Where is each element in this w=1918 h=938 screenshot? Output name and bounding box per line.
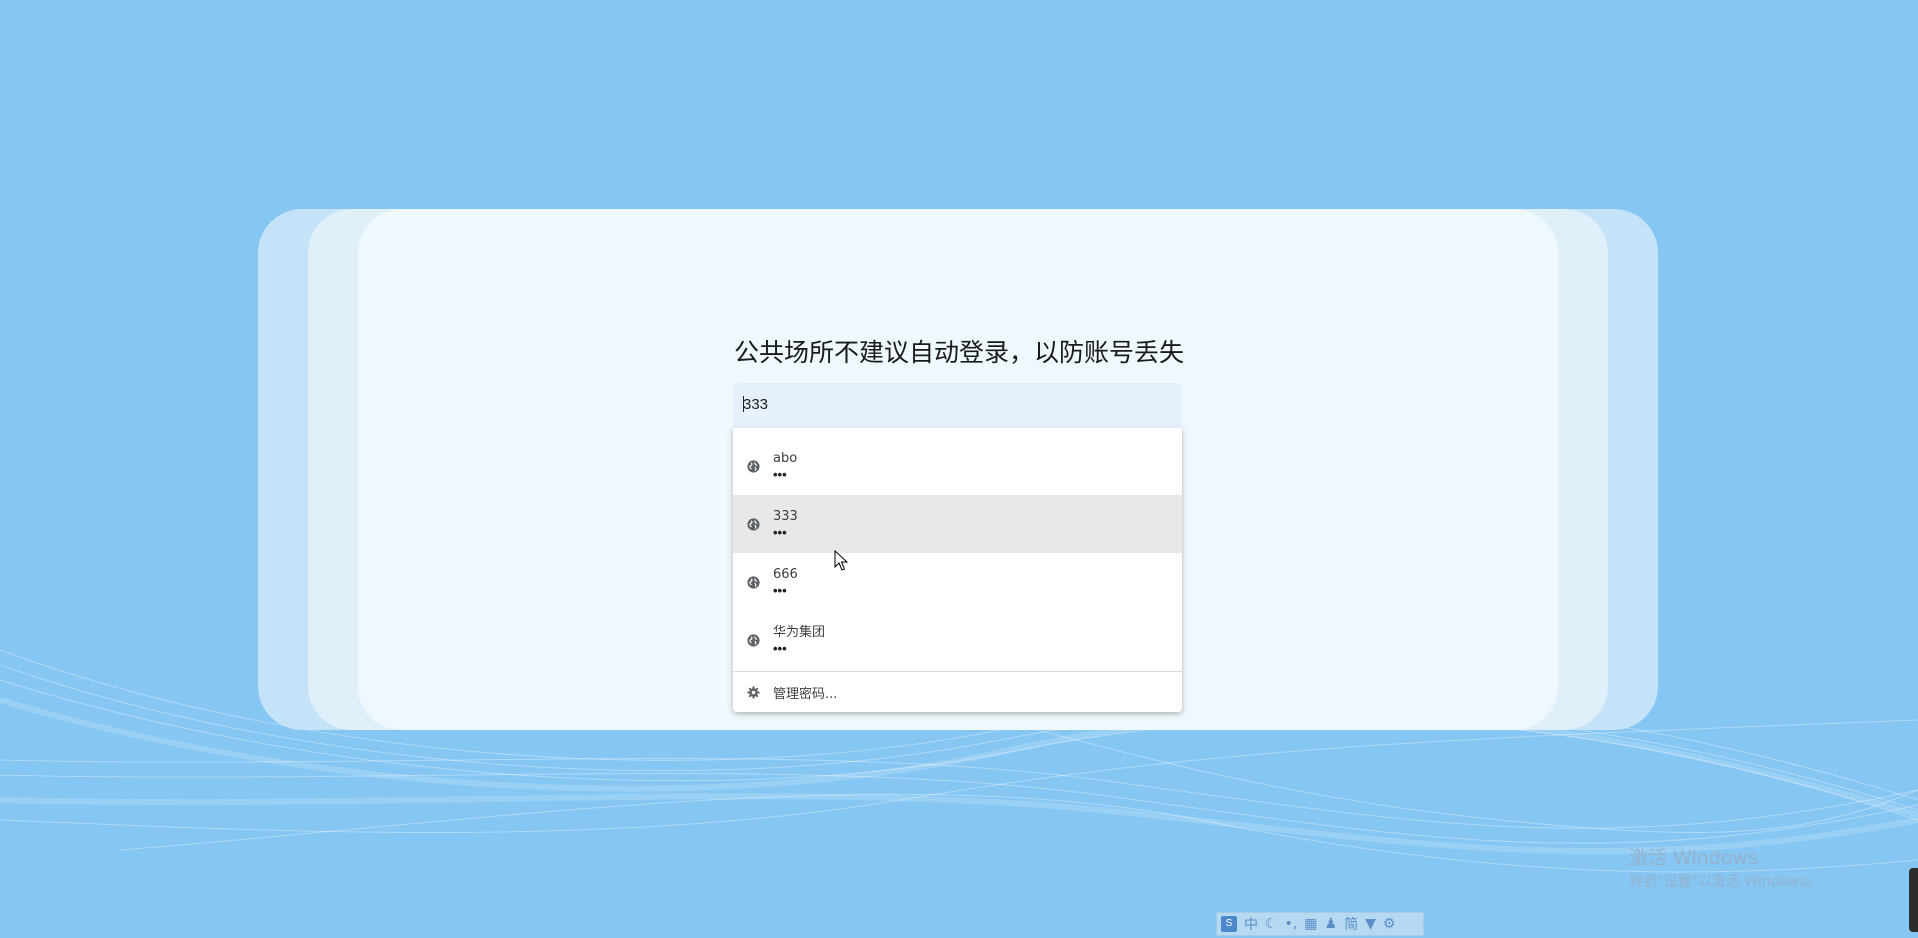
- keyboard-icon[interactable]: ▦: [1304, 916, 1317, 932]
- manage-passwords-label: 管理密码...: [773, 686, 838, 702]
- ime-mode-toggle[interactable]: 中: [1244, 914, 1258, 934]
- skin-icon[interactable]: ▼: [1365, 916, 1376, 932]
- moon-icon[interactable]: ☾: [1265, 916, 1278, 932]
- ime-toolbar[interactable]: S 中 ☾ •, ▦ ♟ 简 ▼ ⚙: [1216, 912, 1424, 936]
- globe-icon: [747, 517, 760, 531]
- edge-scroll-handle[interactable]: [1909, 868, 1918, 932]
- gear-icon: [747, 685, 760, 699]
- manage-passwords-button[interactable]: 管理密码...: [733, 672, 1182, 712]
- globe-icon: [747, 633, 760, 647]
- ime-logo-icon[interactable]: S: [1221, 916, 1237, 932]
- autofill-item-abo[interactable]: abo •••: [733, 437, 1182, 495]
- windows-activation-watermark: 激活 Windows 转到"设置"以激活 Windows。: [1629, 843, 1821, 891]
- password-autofill-dropdown: abo ••• 333 ••• 666 ••• 华为集团 ••• 管理密码...: [733, 428, 1182, 712]
- autofill-username: 666: [773, 566, 798, 582]
- autofill-password-mask: •••: [773, 524, 787, 540]
- globe-icon: [747, 459, 760, 473]
- autofill-password-mask: •••: [773, 582, 787, 598]
- settings-icon[interactable]: ⚙: [1383, 916, 1396, 932]
- watermark-title: 激活 Windows: [1629, 847, 1758, 869]
- watermark-subtitle: 转到"设置"以激活 Windows。: [1629, 874, 1821, 890]
- autofill-item-666[interactable]: 666 •••: [733, 553, 1182, 611]
- autofill-username: abo: [773, 450, 798, 466]
- globe-icon: [747, 575, 760, 589]
- mouse-pointer-icon: [834, 550, 848, 571]
- auto-login-warning: 公共场所不建议自动登录，以防账号丢失: [733, 338, 1184, 367]
- ime-simplified-toggle[interactable]: 简: [1344, 914, 1358, 934]
- autofill-username: 333: [773, 508, 798, 524]
- autofill-password-mask: •••: [773, 466, 787, 482]
- username-value: 333: [743, 396, 769, 413]
- autofill-item-huawei[interactable]: 华为集团 •••: [733, 611, 1182, 669]
- autofill-password-mask: •••: [773, 640, 787, 656]
- user-icon[interactable]: ♟: [1325, 916, 1338, 932]
- punctuation-icon[interactable]: •,: [1285, 916, 1298, 932]
- username-input[interactable]: 333: [733, 383, 1182, 427]
- autofill-item-333[interactable]: 333 •••: [733, 495, 1182, 553]
- autofill-username: 华为集团: [773, 624, 826, 640]
